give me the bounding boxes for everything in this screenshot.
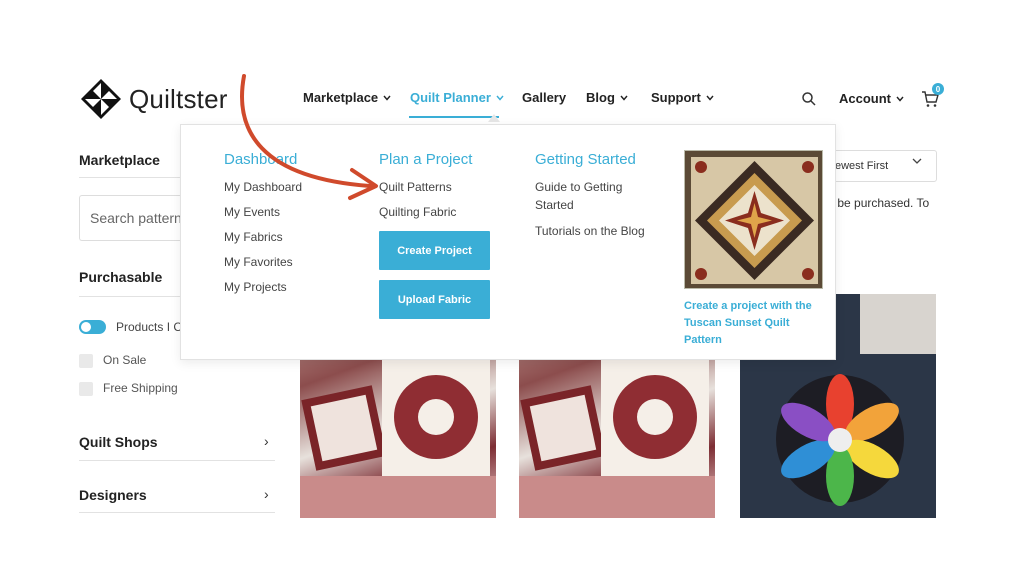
sort-value: ewest First: [835, 160, 889, 172]
account-menu[interactable]: Account: [839, 91, 904, 106]
nav-gallery-label: Gallery: [522, 90, 567, 105]
chevron-down-icon: [706, 95, 714, 101]
dashboard-heading[interactable]: Dashboard: [224, 151, 297, 168]
purchasable-toggle[interactable]: [79, 320, 106, 334]
purchasable-note: y be purchased. To: [828, 196, 930, 210]
on-sale-label: On Sale: [103, 353, 147, 367]
divider: [79, 512, 275, 513]
link-tutorials-blog[interactable]: Tutorials on the Blog: [535, 222, 645, 240]
account-label: Account: [839, 91, 891, 106]
free-shipping-checkbox[interactable]: [79, 382, 93, 396]
feature-caption-link[interactable]: Create a project with the Tuscan Sunset …: [684, 298, 830, 349]
link-my-projects[interactable]: My Projects: [224, 278, 287, 296]
quilt-planner-dropdown: Dashboard My Dashboard My Events My Fabr…: [180, 124, 836, 360]
link-my-dashboard[interactable]: My Dashboard: [224, 178, 302, 196]
chevron-down-icon: [620, 95, 628, 101]
search-icon[interactable]: [801, 91, 817, 107]
toggle-knob: [81, 322, 91, 332]
sort-select[interactable]: ewest First: [820, 150, 937, 182]
chevron-right-icon[interactable]: ›: [264, 433, 269, 449]
designers-filter[interactable]: Designers: [79, 487, 147, 503]
cart-count-badge: 0: [932, 83, 944, 95]
upload-fabric-button[interactable]: Upload Fabric: [379, 280, 490, 319]
chevron-right-icon[interactable]: ›: [264, 486, 269, 502]
link-my-events[interactable]: My Events: [224, 203, 280, 221]
chevron-down-icon: [383, 95, 391, 101]
tuscan-sunset-quilt-image[interactable]: [684, 150, 823, 289]
create-project-button[interactable]: Create Project: [379, 231, 490, 270]
quilt-pattern-graphic: [685, 151, 822, 288]
divider: [79, 460, 275, 461]
chevron-down-icon: [896, 96, 904, 102]
getting-started-heading[interactable]: Getting Started: [535, 151, 636, 168]
free-shipping-label: Free Shipping: [103, 381, 178, 395]
link-quilt-patterns[interactable]: Quilt Patterns: [379, 178, 452, 196]
toggle-label: Products I Ca: [116, 320, 189, 334]
on-sale-checkbox[interactable]: [79, 354, 93, 368]
nav-marketplace-label: Marketplace: [303, 90, 379, 105]
nav-support-label: Support: [651, 90, 701, 105]
marketplace-heading: Marketplace: [79, 152, 160, 168]
chevron-down-icon: [912, 158, 922, 164]
nav-quilt-planner[interactable]: Quilt Planner: [410, 90, 504, 105]
purchasable-heading: Purchasable: [79, 269, 163, 285]
active-nav-underline: [409, 116, 499, 118]
dropdown-caret: [488, 114, 500, 122]
nav-gallery[interactable]: Gallery: [522, 90, 566, 105]
link-guide-getting-started[interactable]: Guide to Getting Started: [535, 178, 645, 214]
nav-support[interactable]: Support: [651, 90, 714, 105]
nav-blog[interactable]: Blog: [586, 90, 628, 105]
plan-project-heading[interactable]: Plan a Project: [379, 151, 472, 168]
chevron-down-icon: [496, 95, 504, 101]
nav-marketplace[interactable]: Marketplace: [303, 90, 391, 105]
link-my-favorites[interactable]: My Favorites: [224, 253, 293, 271]
nav-quilt-planner-label: Quilt Planner: [410, 90, 491, 105]
link-my-fabrics[interactable]: My Fabrics: [224, 228, 283, 246]
nav-blog-label: Blog: [586, 90, 615, 105]
link-quilting-fabric[interactable]: Quilting Fabric: [379, 203, 456, 221]
quilt-shops-filter[interactable]: Quilt Shops: [79, 434, 158, 450]
